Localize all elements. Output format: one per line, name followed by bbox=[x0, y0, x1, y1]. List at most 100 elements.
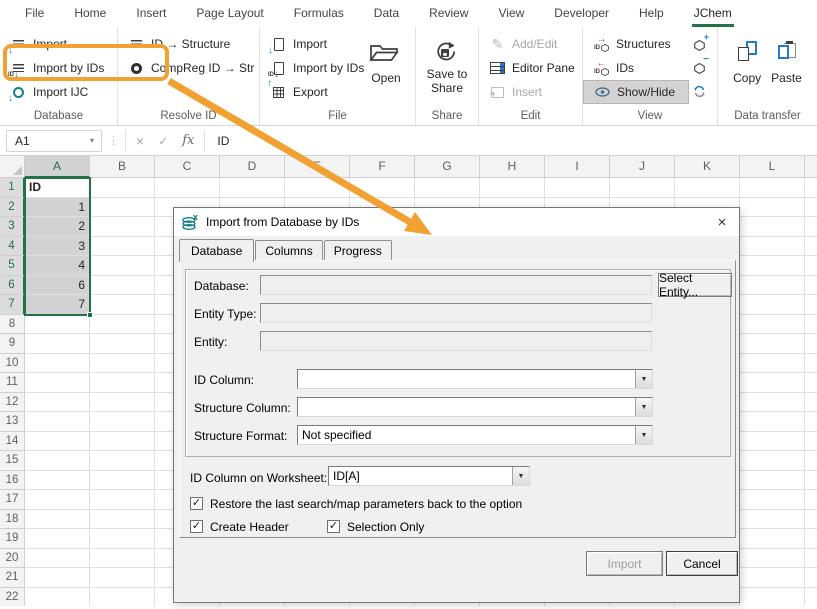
row-header-21[interactable]: 21 bbox=[0, 568, 25, 588]
dialog-tab-progress[interactable]: Progress bbox=[324, 240, 392, 261]
cell-A7[interactable]: 7 bbox=[25, 295, 90, 315]
row-header-15[interactable]: 15 bbox=[0, 451, 25, 471]
col-header-E[interactable]: E bbox=[285, 156, 350, 178]
insert-function-icon[interactable]: fx bbox=[182, 133, 194, 148]
formula-input[interactable]: ID bbox=[204, 130, 817, 152]
tab-insert[interactable]: Insert bbox=[121, 0, 181, 27]
file-import-by-ids-button[interactable]: ID↓ Import by IDs bbox=[260, 56, 360, 80]
col-header-H[interactable]: H bbox=[480, 156, 545, 178]
close-icon[interactable]: × bbox=[705, 208, 739, 236]
cell-B22[interactable] bbox=[90, 588, 155, 607]
cell-L19[interactable] bbox=[740, 529, 805, 549]
tab-review[interactable]: Review bbox=[414, 0, 483, 27]
cancel-entry-icon[interactable] bbox=[136, 133, 144, 149]
paste-button[interactable]: Paste bbox=[771, 32, 802, 85]
cell-B2[interactable] bbox=[90, 198, 155, 218]
cell-L20[interactable] bbox=[740, 549, 805, 569]
cell-A22[interactable] bbox=[25, 588, 90, 607]
structure-column-combo[interactable] bbox=[297, 397, 653, 417]
cell-B15[interactable] bbox=[90, 451, 155, 471]
col-header-J[interactable]: J bbox=[610, 156, 675, 178]
cell-A21[interactable] bbox=[25, 568, 90, 588]
row-header-7[interactable]: 7 bbox=[0, 295, 25, 315]
confirm-entry-icon[interactable] bbox=[158, 134, 168, 148]
file-import-button[interactable]: ↓ Import bbox=[260, 32, 360, 56]
cell-L5[interactable] bbox=[740, 256, 805, 276]
cell-A11[interactable] bbox=[25, 373, 90, 393]
cell-B12[interactable] bbox=[90, 393, 155, 413]
name-box[interactable]: A1 bbox=[6, 130, 102, 152]
tab-formulas[interactable]: Formulas bbox=[279, 0, 359, 27]
dialog-title-bar[interactable]: x Import from Database by IDs × bbox=[174, 208, 739, 236]
view-structures-button[interactable]: →ID Structures bbox=[583, 32, 689, 56]
restore-checkbox[interactable]: ✓ bbox=[190, 497, 203, 510]
cell-B19[interactable] bbox=[90, 529, 155, 549]
row-header-17[interactable]: 17 bbox=[0, 490, 25, 510]
cell-B21[interactable] bbox=[90, 568, 155, 588]
cell-I1[interactable] bbox=[545, 178, 610, 198]
cell-A17[interactable] bbox=[25, 490, 90, 510]
cell-A4[interactable]: 3 bbox=[25, 237, 90, 257]
tab-help[interactable]: Help bbox=[624, 0, 679, 27]
file-export-button[interactable]: ↑ Export bbox=[260, 80, 360, 104]
row-header-8[interactable]: 8 bbox=[0, 315, 25, 335]
create-header-checkbox[interactable]: ✓ bbox=[190, 520, 203, 533]
cell-B9[interactable] bbox=[90, 334, 155, 354]
id-to-structure-button[interactable]: ID → Structure bbox=[118, 32, 259, 56]
fill-handle[interactable] bbox=[87, 312, 93, 318]
row-header-6[interactable]: 6 bbox=[0, 276, 25, 296]
remove-structure-button[interactable]: − bbox=[689, 58, 709, 78]
cell-B17[interactable] bbox=[90, 490, 155, 510]
tab-view[interactable]: View bbox=[484, 0, 540, 27]
cell-L1[interactable] bbox=[740, 178, 805, 198]
cell-L12[interactable] bbox=[740, 393, 805, 413]
col-header-K[interactable]: K bbox=[675, 156, 740, 178]
col-header-A[interactable]: A bbox=[25, 156, 90, 178]
cell-B16[interactable] bbox=[90, 471, 155, 491]
cell-E1[interactable] bbox=[285, 178, 350, 198]
cell-L8[interactable] bbox=[740, 315, 805, 335]
cell-L9[interactable] bbox=[740, 334, 805, 354]
cell-L18[interactable] bbox=[740, 510, 805, 530]
cell-B1[interactable] bbox=[90, 178, 155, 198]
cell-L16[interactable] bbox=[740, 471, 805, 491]
tab-page-layout[interactable]: Page Layout bbox=[181, 0, 278, 27]
cell-L2[interactable] bbox=[740, 198, 805, 218]
cell-A1[interactable]: ID bbox=[25, 178, 90, 198]
cell-A8[interactable] bbox=[25, 315, 90, 335]
cell-B20[interactable] bbox=[90, 549, 155, 569]
col-header-C[interactable]: C bbox=[155, 156, 220, 178]
id-column-on-worksheet-combo[interactable]: ID[A] bbox=[328, 466, 530, 486]
id-column-combo[interactable] bbox=[297, 369, 653, 389]
view-ids-button[interactable]: ←ID IDs bbox=[583, 56, 689, 80]
cell-L15[interactable] bbox=[740, 451, 805, 471]
cell-G1[interactable] bbox=[415, 178, 480, 198]
dropdown-arrow-icon[interactable] bbox=[635, 398, 652, 416]
row-header-12[interactable]: 12 bbox=[0, 393, 25, 413]
cell-L17[interactable] bbox=[740, 490, 805, 510]
show-hide-button[interactable]: Show/Hide bbox=[583, 80, 689, 104]
cell-L13[interactable] bbox=[740, 412, 805, 432]
col-header-L[interactable]: L bbox=[740, 156, 805, 178]
name-box-dropdown-icon[interactable] bbox=[83, 136, 101, 145]
editor-pane-button[interactable]: Editor Pane bbox=[479, 56, 582, 80]
col-header-I[interactable]: I bbox=[545, 156, 610, 178]
dropdown-arrow-icon[interactable] bbox=[635, 426, 652, 444]
cell-A9[interactable] bbox=[25, 334, 90, 354]
open-button[interactable]: Open bbox=[360, 32, 412, 104]
cell-A19[interactable] bbox=[25, 529, 90, 549]
cell-B14[interactable] bbox=[90, 432, 155, 452]
select-all-corner[interactable] bbox=[0, 156, 25, 178]
dialog-tab-columns[interactable]: Columns bbox=[255, 240, 322, 261]
cell-L6[interactable] bbox=[740, 276, 805, 296]
cell-A12[interactable] bbox=[25, 393, 90, 413]
tab-jchem[interactable]: JChem bbox=[679, 0, 747, 27]
cell-J1[interactable] bbox=[610, 178, 675, 198]
cell-L11[interactable] bbox=[740, 373, 805, 393]
cell-A6[interactable]: 6 bbox=[25, 276, 90, 296]
cell-L4[interactable] bbox=[740, 237, 805, 257]
cell-B10[interactable] bbox=[90, 354, 155, 374]
row-header-22[interactable]: 22 bbox=[0, 588, 25, 607]
row-header-11[interactable]: 11 bbox=[0, 373, 25, 393]
cell-B18[interactable] bbox=[90, 510, 155, 530]
